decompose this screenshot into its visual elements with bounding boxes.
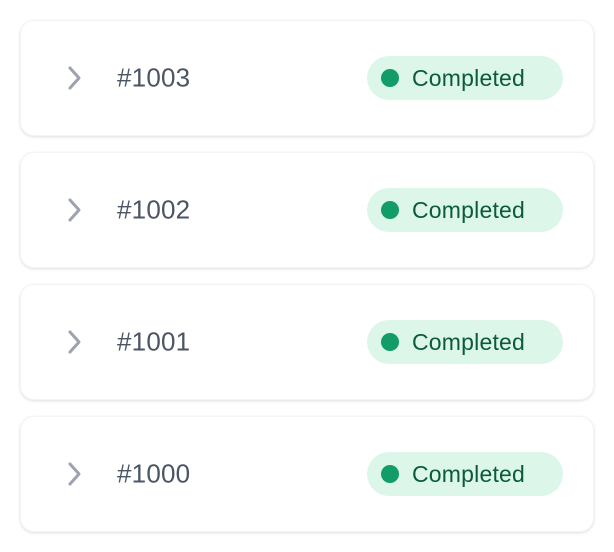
status-dot-icon [381,69,399,87]
status-label: Completed [412,460,526,487]
status-badge: Completed [367,188,563,232]
status-dot-icon [381,465,399,483]
status-label: Completed [412,328,526,355]
order-row[interactable]: #1001 Completed [20,284,594,400]
order-id: #1001 [117,326,191,357]
status-label: Completed [412,196,526,223]
status-badge: Completed [367,320,563,364]
order-list: #1003 Completed #1002 Completed #1001 Co… [20,20,594,532]
chevron-right-icon[interactable] [65,64,85,92]
order-id: #1000 [117,458,191,489]
status-dot-icon [381,201,399,219]
chevron-right-icon[interactable] [65,328,85,356]
order-row[interactable]: #1002 Completed [20,152,594,268]
status-badge: Completed [367,56,563,100]
status-dot-icon [381,333,399,351]
status-badge: Completed [367,452,563,496]
chevron-right-icon[interactable] [65,460,85,488]
status-label: Completed [412,64,526,91]
chevron-right-icon[interactable] [65,196,85,224]
order-id: #1003 [117,62,191,93]
order-row[interactable]: #1003 Completed [20,20,594,136]
order-row[interactable]: #1000 Completed [20,416,594,532]
order-id: #1002 [117,194,191,225]
